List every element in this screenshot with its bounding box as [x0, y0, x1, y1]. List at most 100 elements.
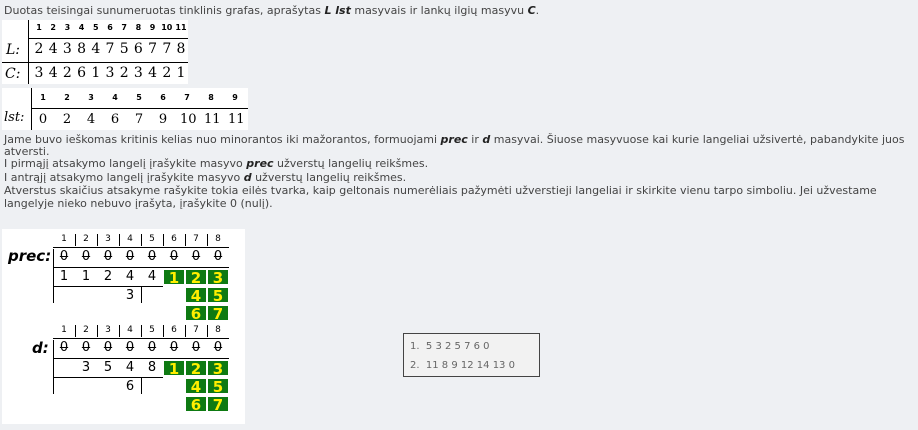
d-index: 3 [105, 325, 111, 335]
l-value: 8 [176, 41, 186, 57]
prec-row1-cell: 4 [125, 269, 135, 284]
prec-row1-cell: 1 [81, 269, 91, 284]
lst-index: 9 [232, 93, 238, 102]
d-index: 4 [127, 325, 133, 335]
desc-line1: Jame buvo ieškomas kritinis kelias nuo m… [4, 133, 905, 146]
d-hidden-cell: 3 [207, 360, 229, 377]
d-row1-cell: 3 [81, 360, 91, 375]
lc-index: 6 [107, 23, 113, 32]
prec-hidden-cell: 2 [185, 269, 207, 286]
d-row0-cell: 0 [81, 340, 91, 355]
prec-hidden-cell: 7 [207, 305, 229, 322]
prec-hidden-cell: 1 [163, 269, 185, 286]
prec-index: 5 [149, 234, 155, 244]
prec-row1-cell: 1 [59, 269, 69, 284]
intro-arrays: L lst [324, 4, 351, 17]
lst-index: 4 [112, 93, 118, 102]
d-row0-cell: 0 [191, 340, 201, 355]
d-row0-cell: 0 [147, 340, 157, 355]
prec-row1-cell: 2 [103, 269, 113, 284]
lc-index: 1 [36, 23, 42, 32]
lst-index: 5 [136, 93, 142, 102]
prec-row0-cell: 0 [169, 249, 179, 264]
d-hidden-cell: 6 [185, 396, 207, 413]
prec-row0-cell: 0 [81, 249, 91, 264]
answer-1[interactable]: 1. 5 3 2 5 7 6 0 [410, 341, 490, 352]
c-value: 2 [62, 65, 72, 81]
l-value: 7 [105, 41, 115, 57]
intro-text: Duotas teisingai sunumeruotas tinklinis … [4, 4, 540, 17]
lst-value: 11 [228, 112, 245, 127]
answer-box: 1. 5 3 2 5 7 6 0 2. 11 8 9 12 14 13 0 [403, 333, 540, 377]
lst-index: 8 [208, 93, 214, 102]
c-value: 6 [77, 65, 87, 81]
lst-index: 7 [184, 93, 190, 102]
d-row0-cell: 0 [125, 340, 135, 355]
prec-index: 4 [127, 234, 133, 244]
c-value: 3 [34, 65, 44, 81]
prec-row0-cell: 0 [125, 249, 135, 264]
desc-line4: I antrąjį atsakymo langelį įrašykite mas… [4, 171, 407, 184]
lst-index: 2 [64, 93, 70, 102]
lst-index: 1 [40, 93, 46, 102]
d-row0-cell: 0 [169, 340, 179, 355]
d-hidden-cell: 5 [207, 378, 229, 395]
d-index: 5 [149, 325, 155, 335]
desc-line3: I pirmąjį atsakymo langelį įrašykite mas… [4, 157, 429, 170]
label-l: L: [6, 42, 21, 58]
lc-arrays: L: C: 1 2 3 2 4 4 3 3 2 4 8 6 5 4 1 6 7 3 7 5 2 8 6 3 9 7 4 10 7 2 11 8… [2, 20, 188, 84]
prec-row1-cell: 4 [147, 269, 157, 284]
d-row2-cell: 6 [125, 379, 135, 394]
c-value: 3 [133, 65, 143, 81]
lc-index: 10 [161, 23, 173, 32]
d-hidden-cell: 2 [185, 360, 207, 377]
prec-hidden-cell: 6 [185, 305, 207, 322]
c-value: 4 [48, 65, 58, 81]
prec-index: 2 [83, 234, 89, 244]
c-value: 1 [91, 65, 101, 81]
prec-label: prec: [8, 247, 52, 265]
prec-row0-cell: 0 [213, 249, 223, 264]
c-value: 2 [119, 65, 129, 81]
lst-value: 6 [110, 112, 120, 127]
l-value: 5 [119, 41, 129, 57]
arrays-panel: prec: d: 1234567800000000112443123456712… [2, 229, 245, 424]
l-value: 6 [133, 41, 143, 57]
lc-index: 3 [64, 23, 71, 32]
lc-index: 4 [78, 23, 85, 32]
lc-index: 9 [149, 23, 156, 32]
prec-row0-cell: 0 [103, 249, 113, 264]
l-value: 7 [162, 41, 172, 57]
d-index: 6 [171, 325, 177, 335]
prec-index: 7 [193, 234, 199, 244]
prec-hidden-cell: 5 [207, 287, 229, 304]
lst-array: lst: 1 0 2 2 3 4 4 6 5 7 6 9 7 10 8 11 9 11 [2, 88, 248, 130]
desc-line5: Atverstus skaičius atsakyme rašykite tok… [4, 184, 877, 197]
prec-index: 6 [171, 234, 177, 244]
answer-2[interactable]: 2. 11 8 9 12 14 13 0 [410, 360, 515, 371]
prec-row2-cell: 3 [125, 288, 135, 303]
lst-value: 11 [204, 112, 221, 127]
intro-c: C [527, 4, 536, 17]
lst-value: 0 [38, 112, 48, 127]
lst-index: 6 [160, 93, 166, 102]
lc-index: 2 [50, 23, 56, 32]
d-row1-cell: 4 [125, 360, 135, 375]
prec-hidden-cell: 4 [185, 287, 207, 304]
label-c: C: [5, 66, 21, 82]
prec-index: 3 [105, 234, 111, 244]
d-row0-cell: 0 [59, 340, 69, 355]
d-hidden-cell: 4 [185, 378, 207, 395]
lc-index: 11 [175, 23, 187, 32]
l-value: 7 [148, 41, 158, 57]
d-label: d: [32, 339, 49, 357]
l-value: 4 [48, 41, 58, 57]
prec-row0-cell: 0 [191, 249, 201, 264]
d-index: 2 [83, 325, 89, 335]
desc-line6: langelyje nieko nebuvo įrašyta, įrašykit… [4, 197, 273, 210]
lst-value: 9 [158, 112, 168, 127]
l-value: 8 [77, 41, 87, 57]
lst-value: 7 [134, 112, 144, 127]
lst-value: 10 [180, 112, 197, 127]
c-value: 1 [176, 65, 186, 81]
